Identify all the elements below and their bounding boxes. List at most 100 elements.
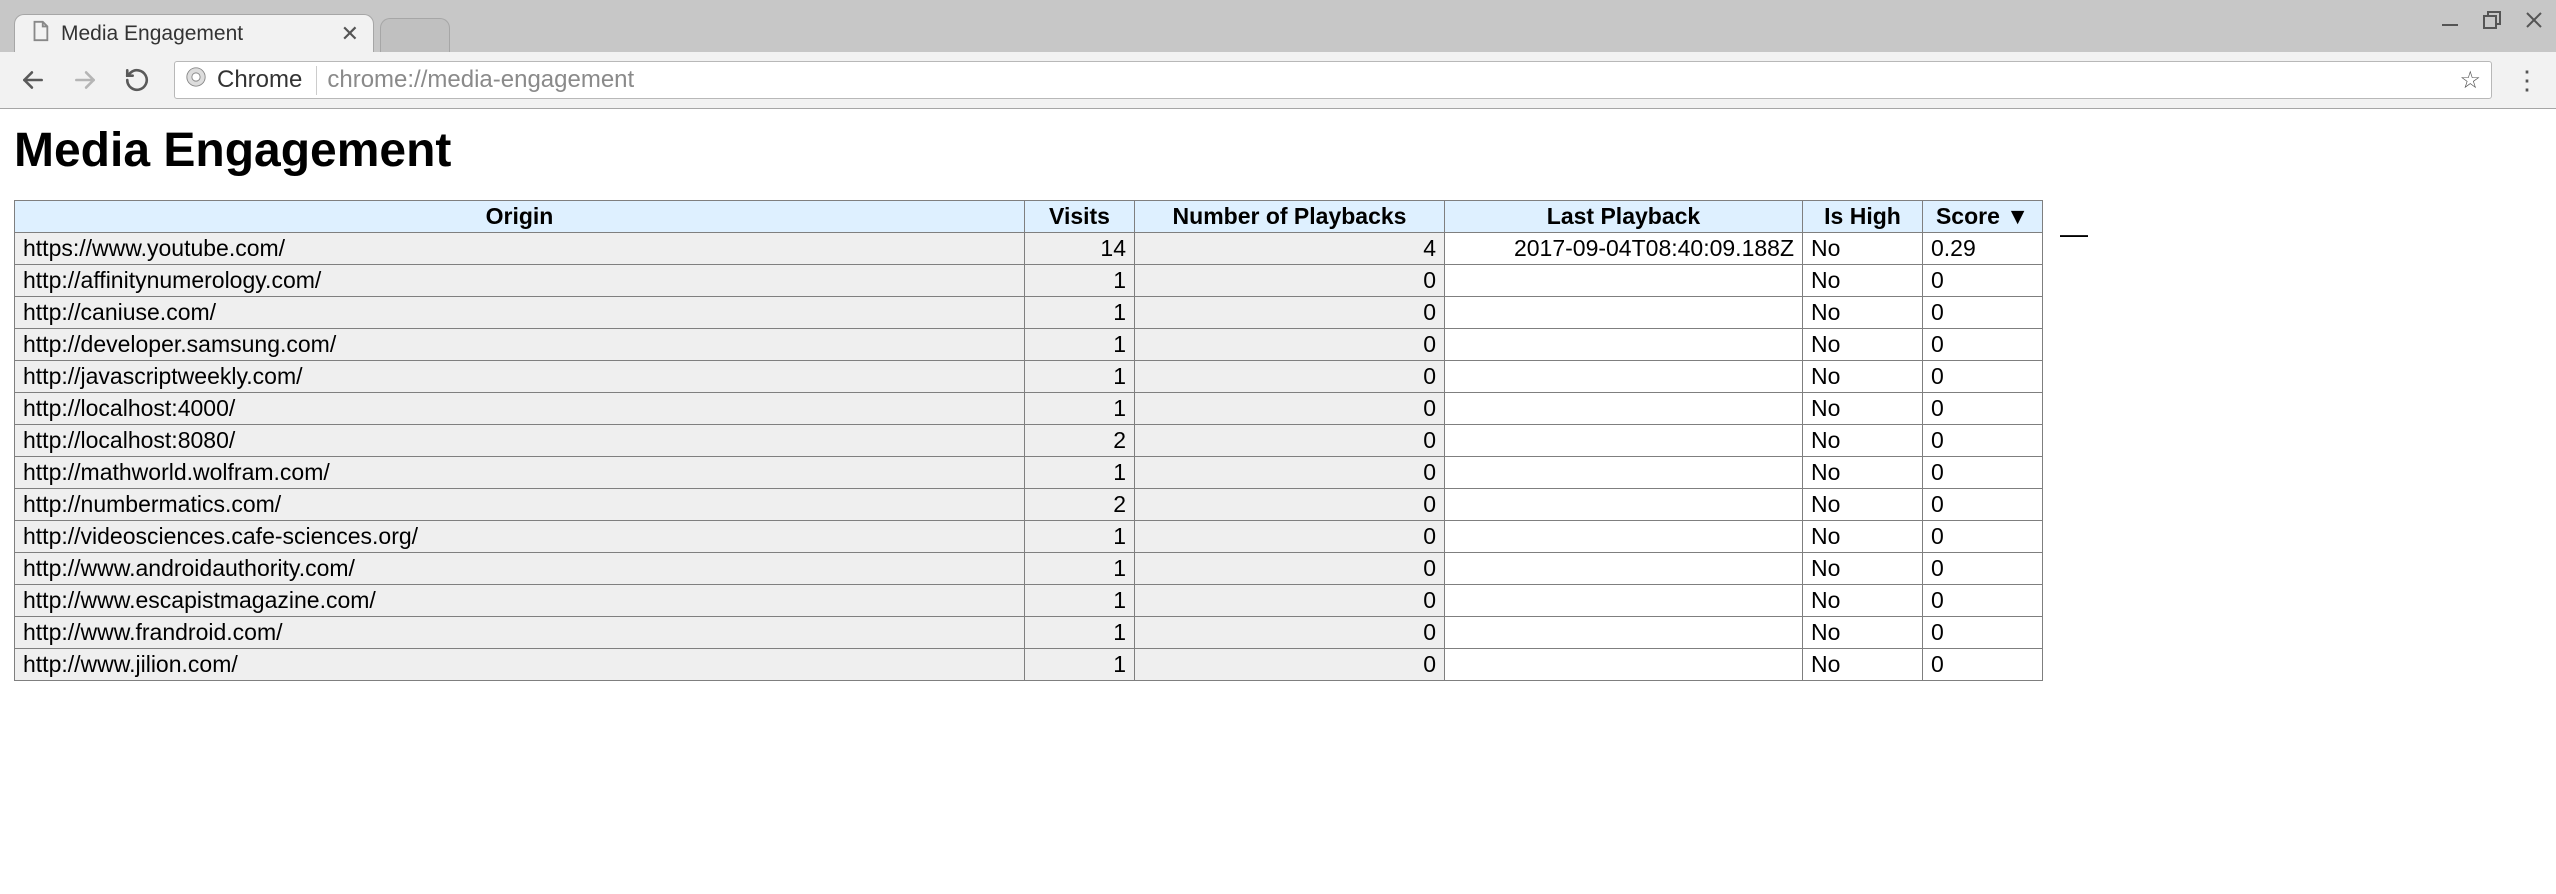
th-last[interactable]: Last Playback [1445,201,1803,233]
cell-high: No [1803,393,1923,425]
cell-playbacks: 0 [1135,265,1445,297]
table-row: http://www.frandroid.com/10No0 [15,617,2043,649]
cell-last [1445,585,1803,617]
tab-close-icon[interactable]: ✕ [341,23,359,45]
close-icon[interactable] [2524,10,2544,30]
cell-origin: http://www.escapistmagazine.com/ [15,585,1025,617]
cell-score: 0 [1923,489,2043,521]
cell-origin: https://www.youtube.com/ [15,233,1025,265]
cell-visits: 1 [1025,393,1135,425]
cell-score: 0 [1923,617,2043,649]
cell-high: No [1803,585,1923,617]
table-header-row: Origin Visits Number of Playbacks Last P… [15,201,2043,233]
th-origin[interactable]: Origin [15,201,1025,233]
cell-playbacks: 0 [1135,553,1445,585]
cell-last [1445,489,1803,521]
table-row: http://localhost:4000/10No0 [15,393,2043,425]
cell-playbacks: 0 [1135,521,1445,553]
cell-origin: http://javascriptweekly.com/ [15,361,1025,393]
cell-visits: 1 [1025,361,1135,393]
cell-playbacks: 0 [1135,329,1445,361]
cell-origin: http://affinitynumerology.com/ [15,265,1025,297]
cell-score: 0 [1923,585,2043,617]
cell-last [1445,361,1803,393]
maximize-icon[interactable] [2482,10,2502,30]
cell-score: 0 [1923,457,2043,489]
horizontal-mark-icon: — [2060,218,2088,250]
cell-high: No [1803,329,1923,361]
table-row: http://mathworld.wolfram.com/10No0 [15,457,2043,489]
new-tab-button[interactable] [380,18,450,52]
cell-high: No [1803,265,1923,297]
cell-last: 2017-09-04T08:40:09.188Z [1445,233,1803,265]
tab-active[interactable]: Media Engagement ✕ [14,14,374,52]
cell-visits: 14 [1025,233,1135,265]
cell-last [1445,425,1803,457]
cell-high: No [1803,521,1923,553]
cell-last [1445,393,1803,425]
cell-score: 0 [1923,553,2043,585]
cell-score: 0 [1923,361,2043,393]
omnibox-scheme-label: Chrome [217,66,302,94]
cell-high: No [1803,425,1923,457]
cell-last [1445,457,1803,489]
table-row: https://www.youtube.com/1442017-09-04T08… [15,233,2043,265]
cell-playbacks: 4 [1135,233,1445,265]
page-title: Media Engagement [14,123,2542,178]
back-button[interactable] [18,67,48,93]
cell-visits: 1 [1025,521,1135,553]
cell-score: 0 [1923,329,2043,361]
cell-origin: http://videosciences.cafe-sciences.org/ [15,521,1025,553]
cell-visits: 2 [1025,425,1135,457]
browser-chrome: Media Engagement ✕ [0,0,2556,109]
table-row: http://localhost:8080/20No0 [15,425,2043,457]
cell-last [1445,297,1803,329]
kebab-menu-icon[interactable]: ⋮ [2514,65,2538,96]
cell-playbacks: 0 [1135,649,1445,681]
table-row: http://www.androidauthority.com/10No0 [15,553,2043,585]
cell-score: 0 [1923,425,2043,457]
tab-title: Media Engagement [61,22,243,46]
cell-origin: http://localhost:8080/ [15,425,1025,457]
reload-button[interactable] [122,67,152,93]
cell-visits: 1 [1025,617,1135,649]
cell-high: No [1803,297,1923,329]
omnibox-scheme: Chrome [185,66,317,95]
cell-visits: 1 [1025,457,1135,489]
th-high[interactable]: Is High [1803,201,1923,233]
cell-score: 0 [1923,521,2043,553]
cell-playbacks: 0 [1135,393,1445,425]
omnibox[interactable]: Chrome chrome://media-engagement ☆ [174,61,2492,99]
cell-visits: 1 [1025,265,1135,297]
th-visits[interactable]: Visits [1025,201,1135,233]
cell-visits: 1 [1025,585,1135,617]
cell-playbacks: 0 [1135,617,1445,649]
engagement-table: Origin Visits Number of Playbacks Last P… [14,200,2043,681]
forward-button[interactable] [70,67,100,93]
cell-high: No [1803,649,1923,681]
cell-score: 0 [1923,649,2043,681]
minimize-icon[interactable] [2440,10,2460,30]
table-row: http://javascriptweekly.com/10No0 [15,361,2043,393]
cell-playbacks: 0 [1135,457,1445,489]
cell-origin: http://mathworld.wolfram.com/ [15,457,1025,489]
cell-last [1445,521,1803,553]
cell-origin: http://www.frandroid.com/ [15,617,1025,649]
cell-visits: 1 [1025,553,1135,585]
cell-last [1445,265,1803,297]
cell-score: 0 [1923,297,2043,329]
table-row: http://numbermatics.com/20No0 [15,489,2043,521]
cell-playbacks: 0 [1135,361,1445,393]
cell-high: No [1803,457,1923,489]
cell-high: No [1803,233,1923,265]
th-score[interactable]: Score ▼ [1923,201,2043,233]
toolbar: Chrome chrome://media-engagement ☆ ⋮ [0,52,2556,108]
tab-strip: Media Engagement ✕ [0,0,2556,52]
th-playbacks[interactable]: Number of Playbacks [1135,201,1445,233]
omnibox-url: chrome://media-engagement [327,66,634,94]
bookmark-star-icon[interactable]: ☆ [2459,66,2481,95]
cell-last [1445,617,1803,649]
cell-origin: http://www.androidauthority.com/ [15,553,1025,585]
chrome-logo-icon [185,66,207,95]
cell-origin: http://developer.samsung.com/ [15,329,1025,361]
